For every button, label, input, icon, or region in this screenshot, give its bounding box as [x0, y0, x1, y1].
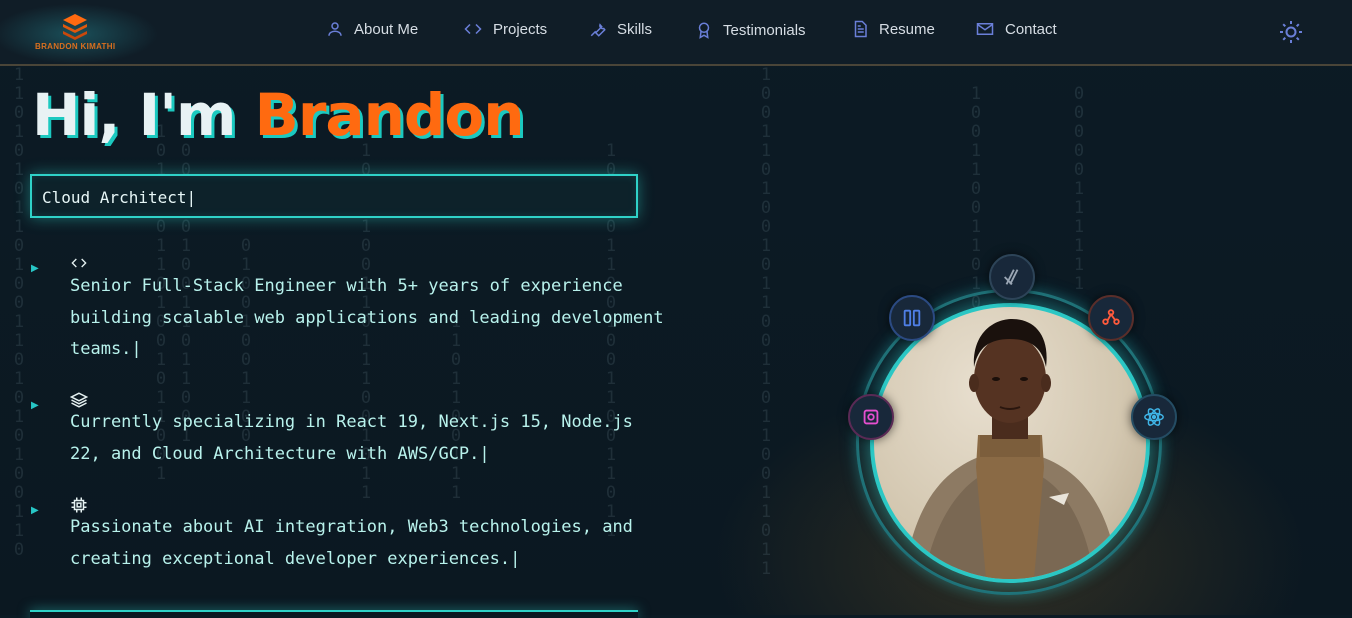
logo-text: BRANDON KIMATHI	[35, 42, 116, 51]
bullet-arrow-icon: ▶	[31, 263, 39, 274]
user-icon	[328, 22, 342, 36]
nav-item-label: Contact	[1005, 20, 1057, 38]
nav-item-label: Resume	[879, 20, 935, 38]
sun-icon[interactable]	[1279, 20, 1303, 44]
bullet-arrow-icon: ▶	[31, 505, 39, 516]
nav-item-resume[interactable]: Resume	[851, 20, 935, 38]
bio-paragraph: Senior Full-Stack Engineer with 5+ years…	[70, 276, 664, 359]
profile-photo	[870, 303, 1150, 583]
next-section-box-edge	[30, 610, 638, 618]
layers-logo-icon	[63, 14, 87, 40]
orbit-tech-icon[interactable]	[848, 394, 894, 440]
bio-paragraph: Passionate about AI integration, Web3 te…	[70, 517, 633, 569]
matrix-rain-column: 1 0 0 1 1 0 1 0 0 1 0 1 1 0 0 1 1 0 1 1 …	[760, 65, 772, 579]
bullet-arrow-icon: ▶	[31, 400, 39, 411]
code-brackets-icon	[71, 258, 87, 268]
document-icon	[854, 20, 867, 38]
wrench-icon	[590, 23, 606, 37]
matrix-rain-column: 0 0 0 0 0 1 1 1 1 1 1	[1073, 84, 1085, 294]
nav-item-contact[interactable]: Contact	[975, 20, 1057, 38]
nav-item-label: Projects	[493, 20, 548, 38]
git-branch-icon	[1102, 309, 1120, 325]
orbit-tech-icon[interactable]	[889, 295, 935, 341]
nav-item-label: Testimonials	[723, 21, 806, 39]
hero-heading: Hi, I'm Brandon	[32, 80, 525, 150]
orbit-tech-icon[interactable]	[1131, 394, 1177, 440]
site-logo[interactable]: BRANDON KIMATHI	[0, 0, 200, 64]
profile-person-illustration	[904, 319, 1119, 579]
orbit-tech-icon[interactable]	[989, 254, 1035, 300]
top-navbar: BRANDON KIMATHI About Me Projects Skills…	[0, 0, 1352, 66]
nav-item-about-me[interactable]: About Me	[326, 20, 418, 38]
nav-item-label: Skills	[617, 20, 653, 38]
nav-item-projects[interactable]: Projects	[463, 20, 547, 38]
react-icon	[1144, 408, 1164, 426]
matrix-rain-column: 1 1 0 1 0 1 0 1 1 0 1 0 0 1 1 0 1 0 1 0 …	[13, 65, 25, 560]
chakra-icon	[1004, 269, 1019, 285]
bio-paragraph: Currently specializing in React 19, Next…	[70, 412, 633, 464]
nav-item-skills[interactable]: Skills	[589, 20, 652, 38]
hero-greeting: Hi, I'm	[32, 81, 236, 149]
role-typewriter-box: Cloud Architect|	[30, 174, 638, 218]
nav-item-label: About Me	[354, 20, 419, 38]
hero-name: Brandon	[254, 81, 525, 149]
orbit-tech-icon[interactable]	[1088, 295, 1134, 341]
role-text: Cloud Architect|	[42, 188, 197, 207]
award-icon	[698, 22, 710, 39]
split-panel-icon	[903, 309, 921, 327]
nav-item-testimonials[interactable]: Testimonials	[695, 20, 806, 40]
mail-icon	[976, 23, 994, 35]
code-brackets-icon	[464, 23, 482, 35]
gear-box-icon	[863, 409, 879, 425]
